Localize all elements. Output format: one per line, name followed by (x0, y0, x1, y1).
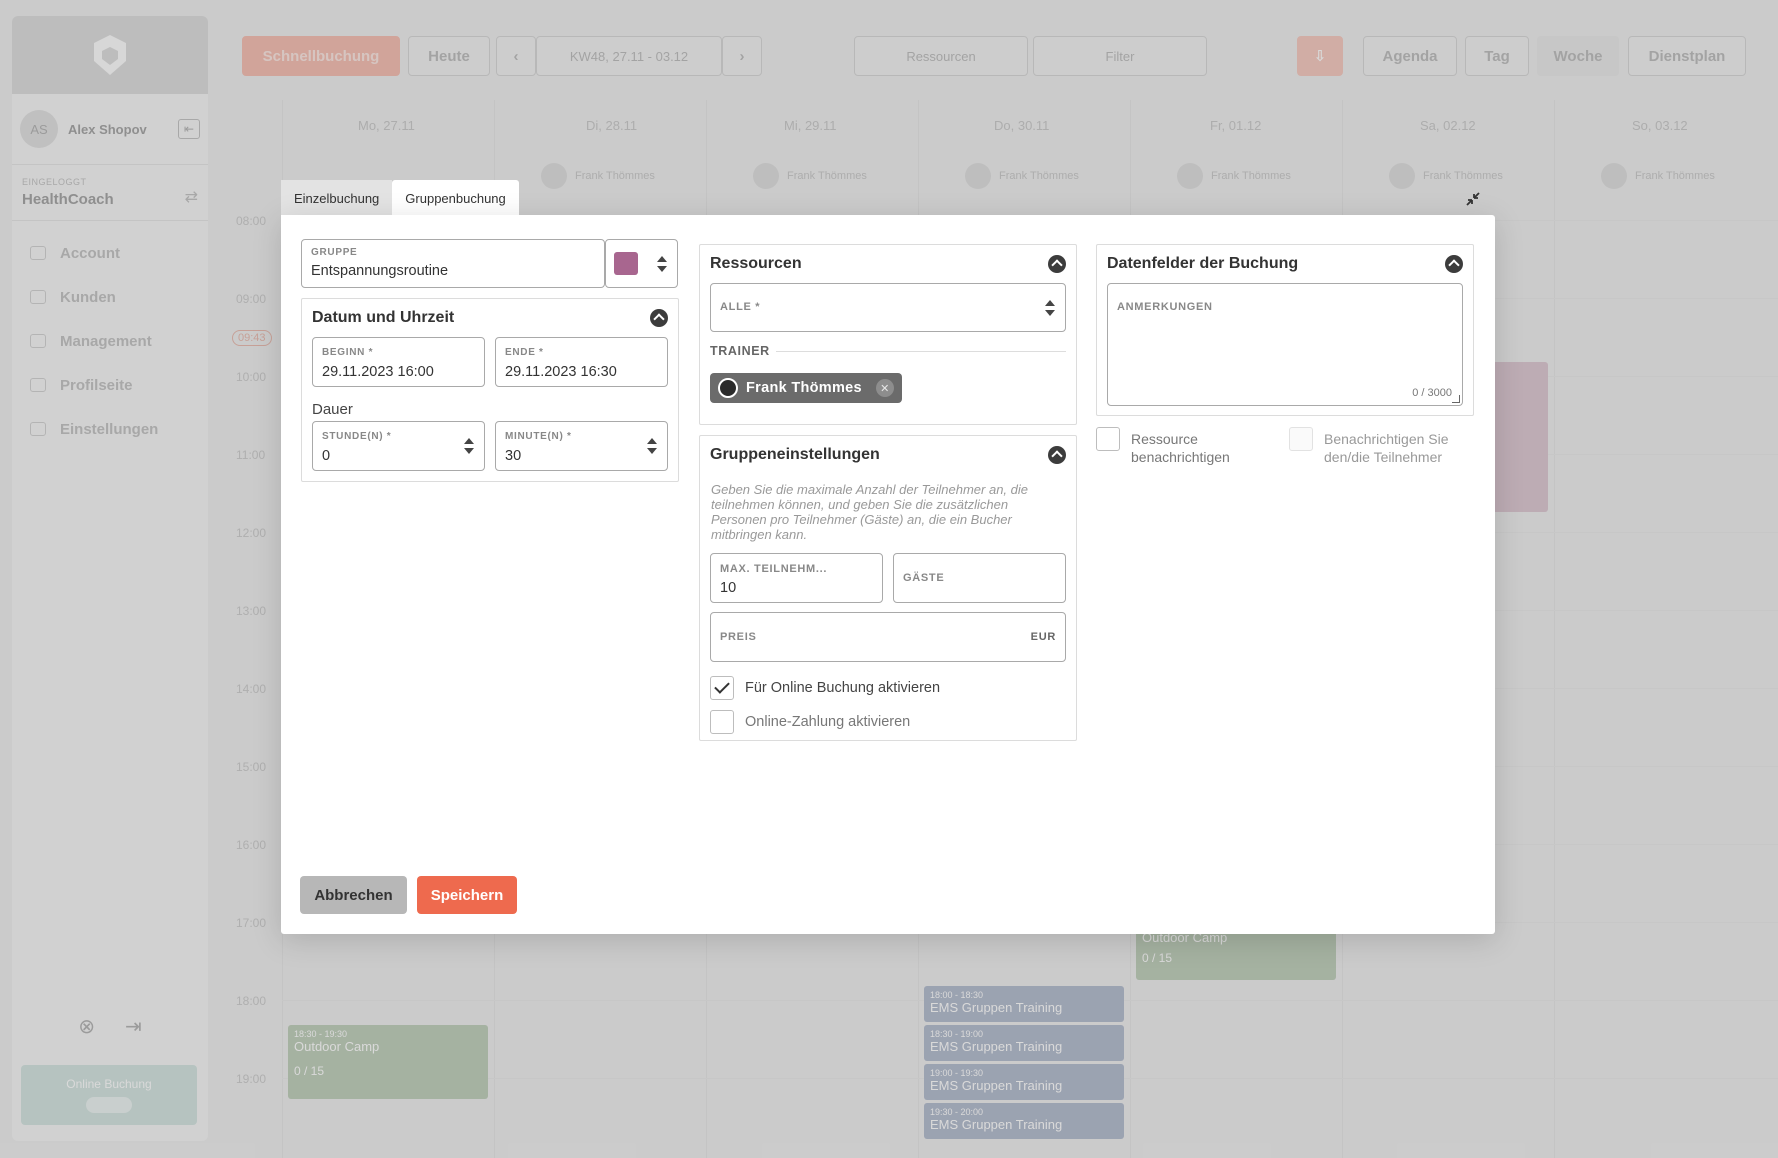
end-label: ENDE * (505, 347, 544, 358)
trainer-avatar (718, 378, 738, 398)
minutes-stepper[interactable]: MINUTE(N) * 30 (495, 421, 668, 471)
guests-field[interactable]: GÄSTE (893, 553, 1066, 603)
group-color-swatch (614, 252, 638, 275)
collapse-panel-icon[interactable] (1445, 255, 1463, 273)
notify-resource-label: Ressource benachrichtigen (1131, 431, 1230, 465)
stepper-arrows-icon[interactable] (464, 438, 474, 454)
online-booking-row[interactable]: Für Online Buchung aktivieren (710, 676, 940, 700)
end-value: 29.11.2023 16:30 (505, 364, 617, 380)
sort-arrows-icon (1045, 299, 1055, 316)
price-field[interactable]: PREIS EUR (710, 612, 1066, 662)
datafields-title: Datenfelder der Buchung (1107, 255, 1299, 272)
group-color-select[interactable] (605, 239, 678, 288)
sort-arrows-icon (657, 255, 667, 272)
datafields-panel: Datenfelder der Buchung ANMERKUNGEN 0 / … (1096, 244, 1474, 416)
max-participants-label: MAX. TEILNEHM... (720, 563, 828, 575)
group-settings-hint: Geben Sie die maximale Anzahl der Teilne… (711, 482, 1028, 542)
start-value: 29.11.2023 16:00 (322, 364, 434, 380)
group-settings-panel: Gruppeneinstellungen Geben Sie die maxim… (699, 435, 1077, 741)
notes-counter: 0 / 3000 (1412, 387, 1452, 399)
datetime-title: Datum und Uhrzeit (312, 309, 455, 326)
collapse-panel-icon[interactable] (650, 309, 668, 327)
trainer-chip[interactable]: Frank Thömmes ✕ (710, 373, 902, 403)
datetime-panel: Datum und Uhrzeit BEGINN * 29.11.2023 16… (301, 298, 679, 482)
hours-value: 0 (322, 448, 331, 464)
collapse-panel-icon[interactable] (1048, 446, 1066, 464)
resources-select-label: ALLE * (720, 301, 761, 313)
price-label: PREIS (720, 631, 757, 643)
group-settings-title: Gruppeneinstellungen (710, 446, 880, 463)
minutes-value: 30 (505, 448, 522, 464)
minimize-icon[interactable] (1461, 187, 1485, 211)
online-booking-checkbox[interactable] (710, 676, 734, 700)
online-payment-label: Online-Zahlung aktivieren (745, 714, 911, 730)
hours-stepper[interactable]: STUNDE(N) * 0 (312, 421, 485, 471)
trainer-section-divider (776, 351, 1066, 352)
guests-label: GÄSTE (903, 572, 945, 584)
remove-chip-icon[interactable]: ✕ (875, 379, 894, 397)
collapse-panel-icon[interactable] (1048, 255, 1066, 273)
start-field[interactable]: BEGINN * 29.11.2023 16:00 (312, 337, 485, 387)
end-field[interactable]: ENDE * 29.11.2023 16:30 (495, 337, 668, 387)
max-participants-field[interactable]: MAX. TEILNEHM... 10 (710, 553, 883, 603)
notes-label: ANMERKUNGEN (1117, 301, 1213, 313)
online-payment-checkbox[interactable] (710, 710, 734, 734)
group-select[interactable]: GRUPPE Entspannungsroutine (301, 239, 605, 288)
hours-label: STUNDE(N) * (322, 431, 392, 442)
notify-participants-label: Benachrichtigen Sie den/die Teilnehmer (1324, 431, 1449, 465)
trainer-chip-label: Frank Thömmes (746, 380, 862, 396)
group-booking-dialog: GRUPPE Entspannungsroutine Datum und Uhr… (281, 192, 1495, 934)
notify-resource-checkbox[interactable] (1096, 427, 1120, 451)
tab-einzelbuchung[interactable]: Einzelbuchung (281, 180, 393, 216)
duration-title: Dauer (312, 401, 353, 418)
trainer-section-label: TRAINER (710, 344, 770, 358)
booking-tabs: Einzelbuchung Gruppenbuchung (281, 180, 519, 216)
stepper-arrows-icon[interactable] (647, 438, 657, 454)
resources-panel: Ressourcen ALLE * TRAINER Frank Thömmes … (699, 244, 1077, 425)
notify-participants-row[interactable]: Benachrichtigen Sie den/die Teilnehmer (1289, 427, 1479, 466)
notify-resource-row[interactable]: Ressource benachrichtigen (1096, 427, 1266, 466)
save-button[interactable]: Speichern (417, 876, 517, 914)
start-label: BEGINN * (322, 347, 374, 358)
tab-gruppenbuchung[interactable]: Gruppenbuchung (392, 180, 519, 216)
group-label: GRUPPE (311, 247, 358, 258)
price-currency: EUR (1030, 631, 1056, 643)
notes-textarea[interactable]: ANMERKUNGEN 0 / 3000 (1107, 283, 1463, 406)
group-value: Entspannungsroutine (311, 263, 449, 279)
minutes-label: MINUTE(N) * (505, 431, 572, 442)
notify-participants-checkbox[interactable] (1289, 427, 1313, 451)
resize-handle-icon[interactable] (1452, 395, 1460, 403)
online-booking-label: Für Online Buchung aktivieren (745, 680, 941, 696)
cancel-button[interactable]: Abbrechen (300, 876, 407, 914)
online-payment-row[interactable]: Online-Zahlung aktivieren (710, 710, 910, 734)
resources-title: Ressourcen (710, 255, 802, 272)
resources-select[interactable]: ALLE * (710, 283, 1066, 332)
max-participants-value: 10 (720, 580, 737, 596)
